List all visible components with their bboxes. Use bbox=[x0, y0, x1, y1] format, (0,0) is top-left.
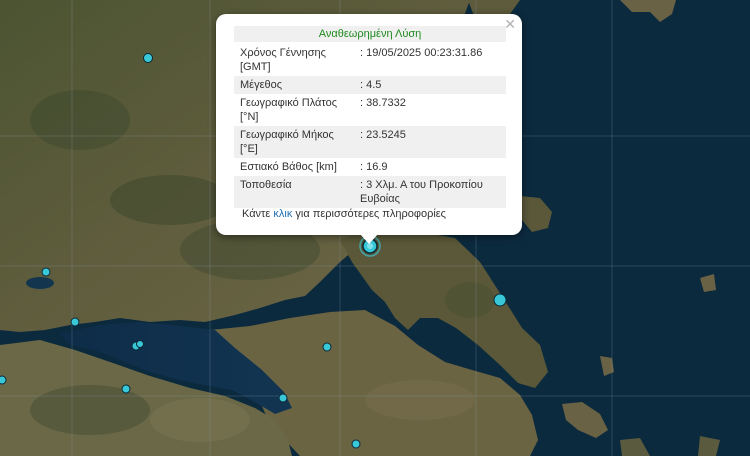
field-value: : 23.5245 bbox=[354, 126, 506, 158]
table-row: Εστιακό Βάθος [km] : 16.9 bbox=[234, 158, 506, 176]
more-info-link[interactable]: κλικ bbox=[273, 208, 292, 220]
field-label: Μέγεθος bbox=[234, 76, 354, 94]
field-label: Γεωγραφικό Μήκος [°E] bbox=[234, 126, 354, 158]
quake-marker[interactable] bbox=[278, 393, 288, 403]
popup-title: Αναθεωρημένη Λύση bbox=[234, 26, 506, 42]
close-icon[interactable]: ✕ bbox=[504, 16, 516, 32]
quake-marker[interactable] bbox=[136, 340, 144, 348]
table-row: Γεωγραφικό Πλάτος [°N] : 38.7332 bbox=[234, 94, 506, 126]
quake-marker[interactable] bbox=[322, 342, 332, 352]
field-label: Τοποθεσία bbox=[234, 176, 354, 208]
field-label: Γεωγραφικό Πλάτος [°N] bbox=[240, 97, 338, 123]
field-value: : 3 Χλμ. Α του Προκοπίου Ευβοίας bbox=[354, 176, 506, 208]
field-value: : 16.9 bbox=[360, 161, 388, 173]
quake-marker[interactable] bbox=[351, 439, 361, 449]
more-suffix: για περισσότερες πληροφορίες bbox=[292, 208, 446, 220]
quake-marker[interactable] bbox=[121, 384, 131, 394]
field-value: : 38.7332 bbox=[360, 97, 406, 109]
field-label: Χρόνος Γέννησης [GMT] bbox=[240, 47, 326, 73]
event-details-table: Χρόνος Γέννησης [GMT] : 19/05/2025 00:23… bbox=[234, 44, 506, 208]
field-value: : 19/05/2025 00:23:31.86 bbox=[360, 47, 483, 59]
table-row: Γεωγραφικό Μήκος [°E] : 23.5245 bbox=[234, 126, 506, 158]
table-row: Τοποθεσία : 3 Χλμ. Α του Προκοπίου Ευβοί… bbox=[234, 176, 506, 208]
field-label: Εστιακό Βάθος [km] bbox=[240, 161, 337, 173]
earthquake-popup: ✕ Αναθεωρημένη Λύση Χρόνος Γέννησης [GMT… bbox=[216, 14, 522, 244]
quake-marker[interactable] bbox=[41, 267, 51, 277]
table-row: Μέγεθος : 4.5 bbox=[234, 76, 506, 94]
quake-marker[interactable] bbox=[493, 293, 507, 307]
more-prefix: Κάντε bbox=[242, 208, 274, 220]
quake-marker[interactable] bbox=[70, 317, 80, 327]
field-value: : 4.5 bbox=[354, 76, 506, 94]
quake-marker[interactable] bbox=[143, 53, 153, 63]
more-info-text: Κάντε κλικ για περισσότερες πληροφορίες bbox=[242, 208, 446, 220]
table-row: Χρόνος Γέννησης [GMT] : 19/05/2025 00:23… bbox=[234, 44, 506, 76]
lake bbox=[26, 277, 54, 289]
quake-marker[interactable] bbox=[0, 375, 7, 385]
